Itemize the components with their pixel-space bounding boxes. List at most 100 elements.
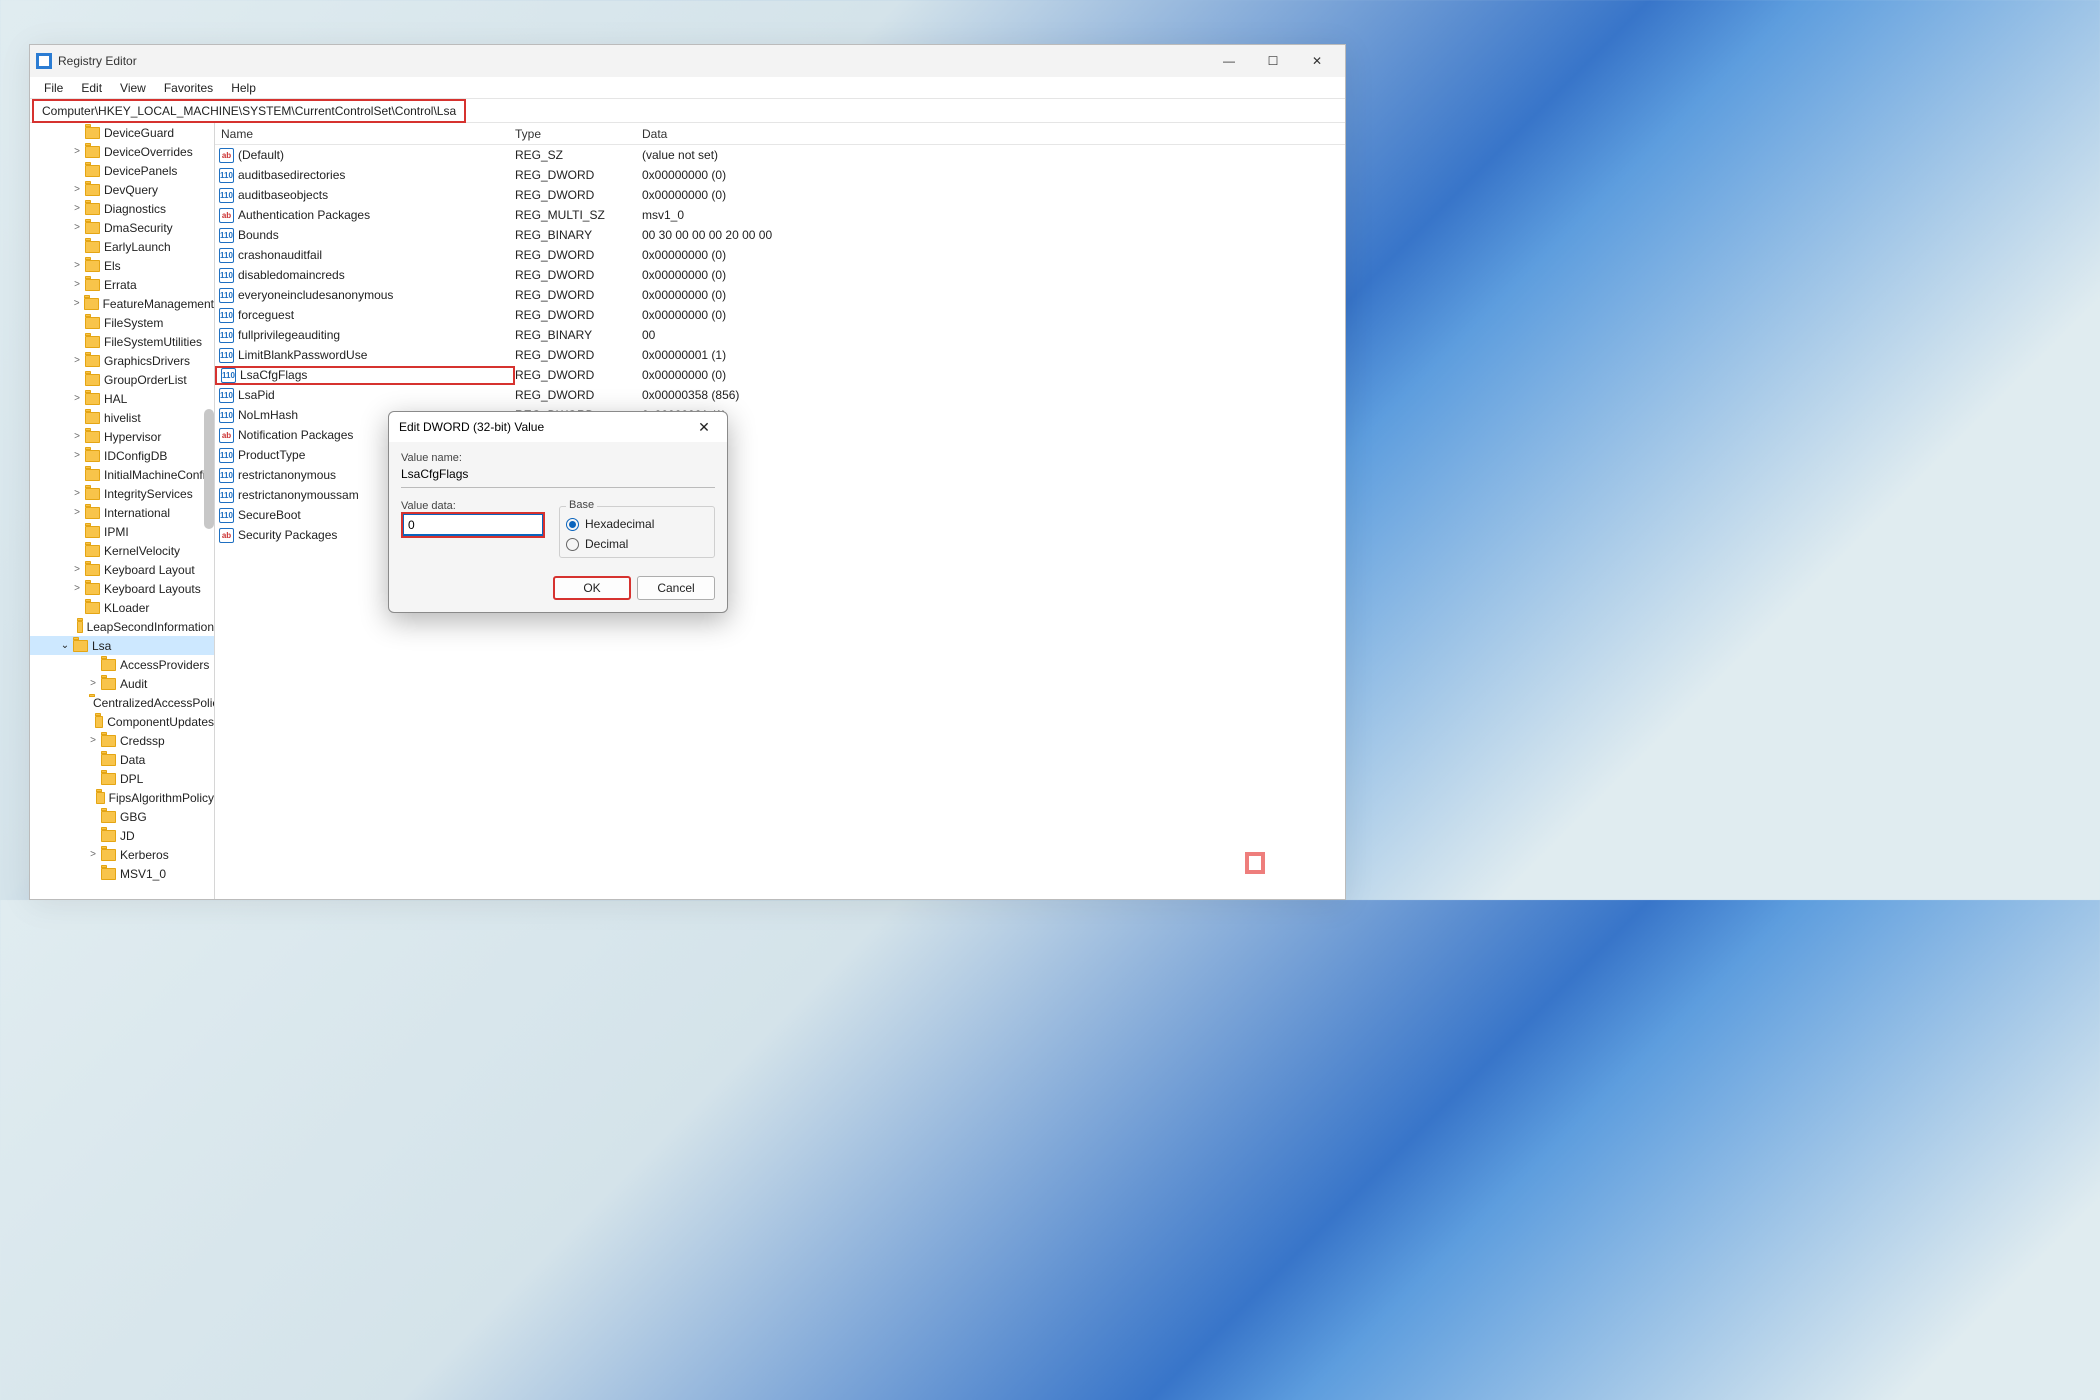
value-row[interactable]: 110forceguestREG_DWORD0x00000000 (0) (215, 305, 1345, 325)
tree-item[interactable]: DevicePanels (30, 161, 214, 180)
tree-item[interactable]: AccessProviders (30, 655, 214, 674)
tree-item[interactable]: >DmaSecurity (30, 218, 214, 237)
value-data-input[interactable] (403, 514, 543, 536)
tree-item[interactable]: KernelVelocity (30, 541, 214, 560)
tree-item[interactable]: FileSystemUtilities (30, 332, 214, 351)
tree-item[interactable]: GroupOrderList (30, 370, 214, 389)
value-row[interactable]: 110everyoneincludesanonymousREG_DWORD0x0… (215, 285, 1345, 305)
values-header[interactable]: Name Type Data (215, 123, 1345, 145)
value-row[interactable]: 110auditbasedirectoriesREG_DWORD0x000000… (215, 165, 1345, 185)
chevron-icon[interactable]: ⌄ (59, 640, 71, 651)
col-type[interactable]: Type (515, 127, 642, 141)
tree-item[interactable]: DPL (30, 769, 214, 788)
tree-item[interactable]: ⌄Lsa (30, 636, 214, 655)
value-row[interactable]: 110ProductType (215, 445, 1345, 465)
tree-item[interactable]: >IntegrityServices (30, 484, 214, 503)
col-name[interactable]: Name (215, 127, 515, 141)
menu-file[interactable]: File (36, 79, 71, 97)
value-row[interactable]: 110SecureBoot) (215, 505, 1345, 525)
radio-dec[interactable]: Decimal (566, 537, 708, 551)
tree-item[interactable]: GBG (30, 807, 214, 826)
chevron-icon[interactable]: > (71, 431, 83, 442)
chevron-icon[interactable]: > (71, 564, 83, 575)
tree-item[interactable]: DeviceGuard (30, 123, 214, 142)
tree-item[interactable]: MSV1_0 (30, 864, 214, 883)
tree-pane[interactable]: DeviceGuard>DeviceOverridesDevicePanels>… (30, 123, 215, 899)
tree-item[interactable]: >Keyboard Layouts (30, 579, 214, 598)
chevron-icon[interactable]: > (71, 184, 83, 195)
chevron-icon[interactable]: > (71, 393, 83, 404)
tree-scrollbar[interactable] (204, 409, 214, 529)
maximize-button[interactable]: ☐ (1251, 46, 1295, 76)
tree-item[interactable]: >Errata (30, 275, 214, 294)
tree-item[interactable]: FileSystem (30, 313, 214, 332)
value-row[interactable]: 110crashonauditfailREG_DWORD0x00000000 (… (215, 245, 1345, 265)
dialog-close-icon[interactable]: ✕ (691, 414, 717, 440)
tree-item[interactable]: >Audit (30, 674, 214, 693)
radio-hex[interactable]: Hexadecimal (566, 517, 708, 531)
chevron-icon[interactable]: > (71, 279, 83, 290)
tree-item[interactable]: FipsAlgorithmPolicy (30, 788, 214, 807)
dialog-titlebar[interactable]: Edit DWORD (32-bit) Value ✕ (389, 412, 727, 442)
menu-help[interactable]: Help (223, 79, 264, 97)
menu-view[interactable]: View (112, 79, 154, 97)
tree-item[interactable]: EarlyLaunch (30, 237, 214, 256)
tree-item[interactable]: >Kerberos (30, 845, 214, 864)
tree-item[interactable]: >FeatureManagement (30, 294, 214, 313)
tree-item[interactable]: >International (30, 503, 214, 522)
tree-item[interactable]: >GraphicsDrivers (30, 351, 214, 370)
menu-favorites[interactable]: Favorites (156, 79, 221, 97)
chevron-icon[interactable]: > (87, 678, 99, 689)
tree-item[interactable]: LeapSecondInformation (30, 617, 214, 636)
chevron-icon[interactable]: > (71, 298, 82, 309)
tree-item[interactable]: Data (30, 750, 214, 769)
tree-item[interactable]: >Hypervisor (30, 427, 214, 446)
col-data[interactable]: Data (642, 127, 1345, 141)
titlebar[interactable]: Registry Editor — ☐ ✕ (30, 45, 1345, 77)
close-button[interactable]: ✕ (1295, 46, 1339, 76)
address-input[interactable]: Computer\HKEY_LOCAL_MACHINE\SYSTEM\Curre… (38, 104, 460, 118)
tree-item[interactable]: JD (30, 826, 214, 845)
chevron-icon[interactable]: > (71, 355, 83, 366)
chevron-icon[interactable]: > (71, 222, 83, 233)
chevron-icon[interactable]: > (71, 488, 83, 499)
value-row[interactable]: 110fullprivilegeauditingREG_BINARY00 (215, 325, 1345, 345)
value-row[interactable]: 110restrictanonymous) (215, 465, 1345, 485)
value-row[interactable]: abNotification Packages (215, 425, 1345, 445)
value-row[interactable]: abSecurity Packages (215, 525, 1345, 545)
tree-item[interactable]: >Diagnostics (30, 199, 214, 218)
value-row[interactable]: 110BoundsREG_BINARY00 30 00 00 00 20 00 … (215, 225, 1345, 245)
chevron-icon[interactable]: > (71, 203, 83, 214)
value-row[interactable]: 110restrictanonymoussam) (215, 485, 1345, 505)
value-row[interactable]: 110auditbaseobjectsREG_DWORD0x00000000 (… (215, 185, 1345, 205)
value-row[interactable]: ab(Default)REG_SZ(value not set) (215, 145, 1345, 165)
tree-item[interactable]: hivelist (30, 408, 214, 427)
minimize-button[interactable]: — (1207, 46, 1251, 76)
tree-item[interactable]: InitialMachineConfig (30, 465, 214, 484)
cancel-button[interactable]: Cancel (637, 576, 715, 600)
chevron-icon[interactable]: > (71, 507, 83, 518)
ok-button[interactable]: OK (553, 576, 631, 600)
tree-item[interactable]: IPMI (30, 522, 214, 541)
tree-item[interactable]: KLoader (30, 598, 214, 617)
chevron-icon[interactable]: > (71, 260, 83, 271)
tree-item[interactable]: >DeviceOverrides (30, 142, 214, 161)
chevron-icon[interactable]: > (87, 849, 99, 860)
chevron-icon[interactable]: > (87, 735, 99, 746)
tree-item[interactable]: >Els (30, 256, 214, 275)
menu-edit[interactable]: Edit (73, 79, 110, 97)
tree-item[interactable]: >DevQuery (30, 180, 214, 199)
chevron-icon[interactable]: > (71, 146, 83, 157)
value-row[interactable]: 110disabledomaincredsREG_DWORD0x00000000… (215, 265, 1345, 285)
value-row[interactable]: 110LimitBlankPasswordUseREG_DWORD0x00000… (215, 345, 1345, 365)
value-row[interactable]: 110LsaCfgFlagsREG_DWORD0x00000000 (0) (215, 365, 1345, 385)
tree-item[interactable]: ComponentUpdates (30, 712, 214, 731)
tree-item[interactable]: >Credssp (30, 731, 214, 750)
tree-item[interactable]: >HAL (30, 389, 214, 408)
value-row[interactable]: 110NoLmHashREG_DWORD0x00000001 (1) (215, 405, 1345, 425)
tree-item[interactable]: >IDConfigDB (30, 446, 214, 465)
chevron-icon[interactable]: > (71, 450, 83, 461)
value-row[interactable]: 110LsaPidREG_DWORD0x00000358 (856) (215, 385, 1345, 405)
tree-item[interactable]: >Keyboard Layout (30, 560, 214, 579)
value-row[interactable]: abAuthentication PackagesREG_MULTI_SZmsv… (215, 205, 1345, 225)
